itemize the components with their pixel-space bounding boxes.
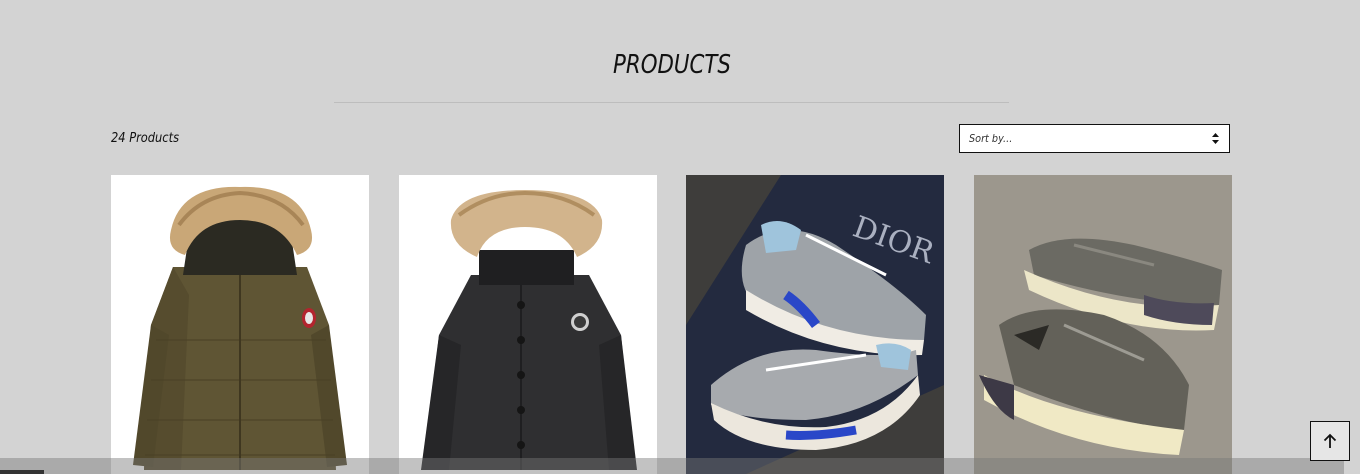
sort-select[interactable]: Sort by... bbox=[959, 124, 1230, 153]
product-card[interactable] bbox=[399, 175, 657, 474]
arrow-up-icon bbox=[1323, 433, 1337, 448]
product-image-olive-parka bbox=[111, 175, 369, 474]
product-image-knit-sneakers bbox=[974, 175, 1232, 474]
bottom-bar-indicator bbox=[0, 470, 44, 474]
product-image-black-parka bbox=[399, 175, 657, 474]
title-divider bbox=[334, 102, 1009, 103]
product-card[interactable]: DIOR bbox=[686, 175, 944, 474]
product-card[interactable] bbox=[974, 175, 1232, 474]
sort-select-value: Sort by... bbox=[969, 132, 1013, 145]
product-image-sneakers-on-box: DIOR bbox=[686, 175, 944, 474]
product-card[interactable] bbox=[111, 175, 369, 474]
bottom-overlay-bar bbox=[0, 458, 1344, 474]
product-count: 24 Products bbox=[111, 131, 180, 146]
page-title: PRODUCTS bbox=[613, 50, 731, 80]
back-to-top-button[interactable] bbox=[1310, 421, 1350, 461]
sort-arrows-icon bbox=[1211, 132, 1220, 145]
